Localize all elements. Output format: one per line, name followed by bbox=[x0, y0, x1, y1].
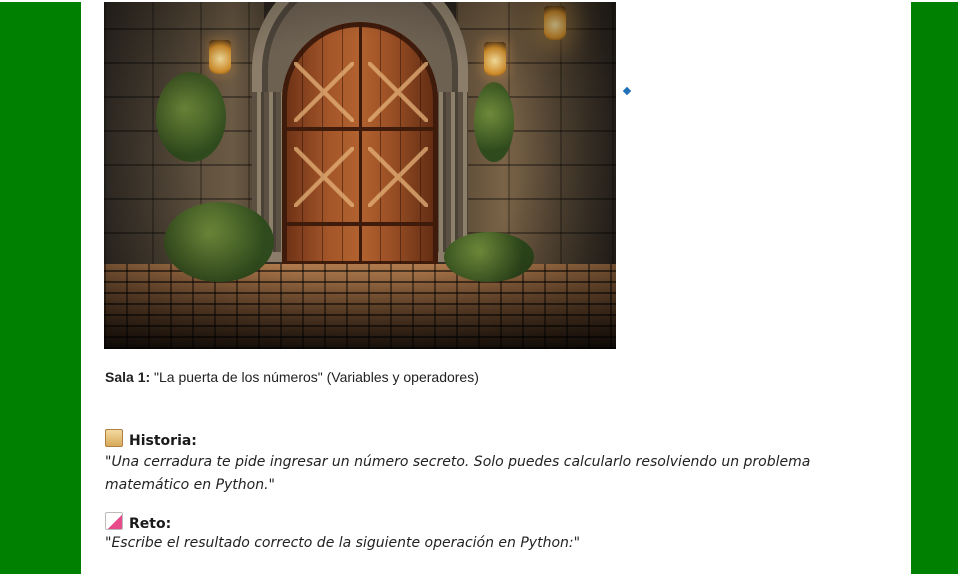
reto-text: "Escribe el resultado correcto de la sig… bbox=[105, 535, 581, 551]
memo-icon bbox=[105, 512, 123, 530]
room-description: "La puerta de los números" (Variables y … bbox=[150, 369, 479, 385]
scroll-icon bbox=[105, 429, 123, 447]
room-label: Sala 1: bbox=[105, 369, 151, 385]
reto-heading: Reto: bbox=[105, 512, 171, 532]
historia-heading: Historia: bbox=[105, 429, 197, 449]
bullet-diamond-icon bbox=[622, 86, 632, 96]
content-page: Sala 1: "La puerta de los números" (Vari… bbox=[81, 2, 911, 574]
castle-door-image bbox=[104, 2, 616, 349]
historia-text: "Una cerradura te pide ingresar un númer… bbox=[105, 454, 811, 493]
room-title: Sala 1: "La puerta de los números" (Vari… bbox=[105, 369, 479, 385]
